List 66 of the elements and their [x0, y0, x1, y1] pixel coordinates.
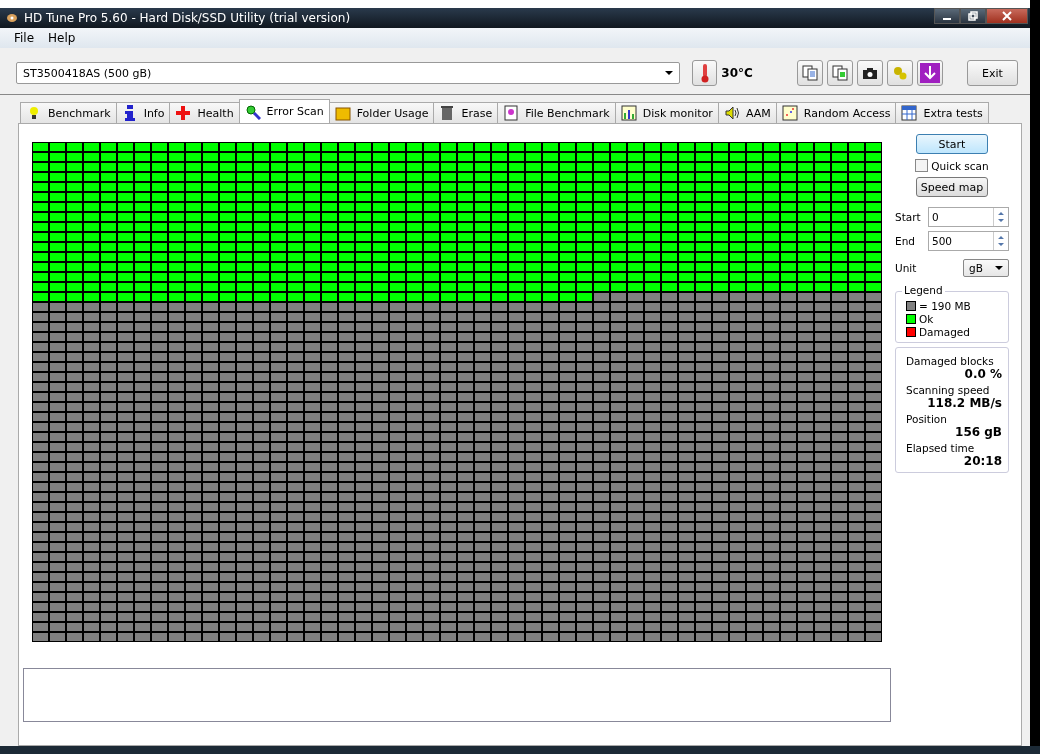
close-icon [1002, 11, 1012, 21]
stat-value: 156 gB [955, 425, 1002, 439]
tab[interactable]: File Benchmark [497, 102, 616, 123]
tab[interactable]: Health [169, 102, 240, 123]
spin-arrows-icon[interactable] [997, 233, 1005, 249]
stat-value: 0.0 % [964, 367, 1002, 381]
camera-icon [861, 65, 878, 81]
temperature-reading: 30°C [721, 66, 753, 80]
thermometer-icon [699, 63, 710, 83]
field-label: End [895, 235, 916, 247]
folder-icon [334, 105, 351, 121]
tab[interactable]: Benchmark [20, 102, 117, 123]
disk-icon [6, 12, 18, 24]
unit-dropdown[interactable]: gB [963, 259, 1009, 277]
tab[interactable]: Disk monitor [614, 102, 719, 123]
tab[interactable]: Folder Usage [328, 102, 435, 123]
menu-item[interactable]: File [14, 31, 35, 45]
start-spinbox[interactable]: 0 [928, 207, 1009, 227]
tab[interactable]: AAM [717, 102, 777, 123]
caret-icon [664, 71, 673, 75]
bar-chart-icon [620, 105, 637, 121]
end-spinbox[interactable]: 500 [928, 231, 1009, 251]
minimize-button[interactable] [934, 8, 960, 24]
caret-icon [995, 266, 1003, 270]
thermometer-button[interactable] [691, 60, 718, 86]
field-label: Unit [895, 262, 918, 274]
stat-value: 20:18 [963, 454, 1002, 468]
tab[interactable]: Extra tests [895, 102, 989, 123]
stat-label: Damaged blocks [905, 355, 995, 367]
window-title: HD Tune Pro 5.60 - Hard Disk/SSD Utility (trial version) [24, 11, 351, 25]
restore-button[interactable] [960, 8, 986, 24]
speed-map-button[interactable]: Speed map [916, 177, 988, 197]
legend-title: Legend [902, 284, 945, 296]
legend-label: = 190 MB [919, 300, 971, 312]
quick-scan-checkbox[interactable]: Quick scan [915, 159, 989, 172]
tab[interactable]: Info [115, 102, 171, 123]
field-label: Start [895, 211, 922, 223]
scatter-plot-icon [781, 105, 798, 121]
start-button[interactable]: Start [916, 134, 988, 154]
tab[interactable]: Error Scan [238, 99, 330, 123]
stat-label: Position [905, 413, 948, 425]
legend-label: Ok [919, 313, 934, 325]
download-button[interactable] [916, 60, 943, 86]
exit-button[interactable]: Exit [966, 60, 1018, 86]
copy-button[interactable] [796, 60, 823, 86]
spin-arrows-icon[interactable] [997, 209, 1005, 225]
screenshot-button[interactable] [856, 60, 883, 86]
health-cross-icon [175, 105, 192, 121]
minimize-icon [943, 18, 951, 20]
stat-value: 118.2 MB/s [927, 396, 1002, 410]
trash-icon [439, 105, 456, 121]
stat-label: Elapsed time [905, 442, 976, 454]
copy-icon [801, 65, 818, 81]
close-button[interactable] [986, 8, 1028, 24]
drive-dropdown[interactable]: ST3500418AS (500 gB) [16, 62, 680, 84]
tab[interactable]: Erase [433, 102, 499, 123]
table-icon [901, 105, 918, 121]
magnifier-icon [244, 103, 261, 120]
copy-image-icon [831, 65, 848, 81]
restore-icon [968, 11, 978, 21]
document-icon [503, 105, 520, 121]
legend-label: Damaged [919, 326, 970, 338]
tab[interactable]: Random Access [775, 102, 897, 123]
speaker-icon [723, 105, 740, 121]
stat-label: Scanning speed [905, 384, 991, 396]
menu-item[interactable]: Help [48, 31, 76, 45]
